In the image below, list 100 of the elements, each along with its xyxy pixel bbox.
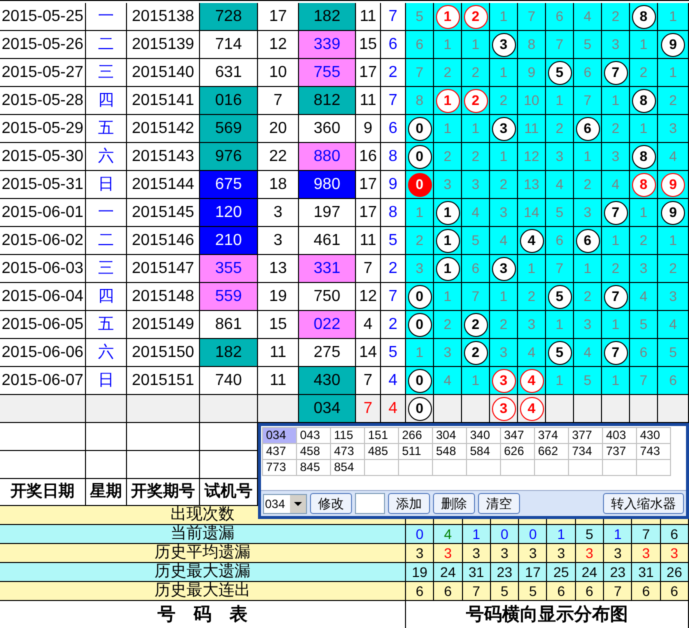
weekday-cell: 一 [86,3,127,31]
date-cell: 2015-06-07 [0,367,86,395]
number-option[interactable]: 043 [297,428,331,444]
draw-number-cell: 750 [299,283,356,311]
draw-number-cell: 275 [299,339,356,367]
miss-count-cell: 4 [434,367,462,395]
toolbar-button[interactable]: 添加 [388,493,430,514]
issue-cell: 2015145 [127,199,200,227]
weekday-cell: 日 [86,171,127,199]
miss-count-cell: 4 [574,3,602,31]
miss-count-cell: 2 [462,143,490,171]
miss-count-cell: 4 [658,311,689,339]
number-option[interactable]: 854 [331,460,365,476]
draw-number-cell: 022 [299,311,356,339]
miss-count-cell: 1 [546,367,574,395]
weekday-cell: 五 [86,311,127,339]
table-cell: 4 [356,311,381,339]
miss-count-cell: 4 [462,199,490,227]
miss-count-cell: 1 [490,59,518,87]
empty-cell [637,460,671,476]
miss-count-cell: 1 [574,255,602,283]
number-option[interactable]: 374 [535,428,569,444]
table-cell: 13 [258,255,299,283]
number-option[interactable]: 377 [569,428,603,444]
miss-count-cell: 4 [574,339,602,367]
miss-count-cell: 3 [602,31,630,59]
miss-count-cell: 2 [490,87,518,115]
number-option[interactable]: 115 [331,428,365,444]
draw-number-cell: 812 [299,87,356,115]
miss-count-cell: 6 [546,227,574,255]
issue-cell: 2015149 [127,311,200,339]
table-cell: 6 [381,31,406,59]
weekday-cell: 二 [86,227,127,255]
number-option[interactable]: 743 [637,444,671,460]
draw-number-cell: 197 [299,199,356,227]
number-option[interactable]: 403 [603,428,637,444]
date-cell: 2015-06-03 [0,255,86,283]
toolbar-button[interactable]: 修改 [310,493,352,514]
stat-label: 历史最大连出 [0,582,406,601]
empty-cell [399,460,433,476]
number-option[interactable]: 473 [331,444,365,460]
issue-cell: 2015148 [127,283,200,311]
number-option[interactable]: 304 [433,428,467,444]
miss-count-cell: 4 [630,283,658,311]
issue-cell: 2015144 [127,171,200,199]
draw-number-cell: 034 [299,395,356,423]
number-option[interactable]: 662 [535,444,569,460]
miss-count-cell: 5 [630,311,658,339]
toolbar-button[interactable]: 清空 [478,493,520,514]
number-option[interactable]: 347 [501,428,535,444]
number-option[interactable]: 845 [297,460,331,476]
number-option[interactable]: 437 [263,444,297,460]
miss-count-cell: 1 [546,87,574,115]
miss-count-cell: 1 [490,3,518,31]
number-option[interactable]: 773 [263,460,297,476]
number-input[interactable] [355,493,385,514]
test-number-cell: 569 [200,115,258,143]
table-cell: 17 [258,3,299,31]
number-option[interactable]: 626 [501,444,535,460]
miss-count-cell: 1 [630,31,658,59]
date-cell: 2015-06-06 [0,339,86,367]
table-cell: 6 [381,115,406,143]
issue-cell: 2015147 [127,255,200,283]
table-cell: 16 [356,143,381,171]
number-option[interactable]: 151 [365,428,399,444]
miss-count-cell: 7 [546,31,574,59]
miss-count-cell: 5 [546,199,574,227]
miss-count-cell: 8 [518,31,546,59]
number-option[interactable]: 430 [637,428,671,444]
number-option[interactable]: 034 [263,428,297,444]
number-option[interactable]: 584 [467,444,501,460]
table-cell: 12 [258,31,299,59]
miss-count-cell: 12 [518,143,546,171]
miss-count-cell: 2 [518,283,546,311]
draw-number-cell: 182 [299,3,356,31]
miss-count-cell: 1 [574,143,602,171]
number-option[interactable]: 511 [399,444,433,460]
miss-count-cell: 9 [518,59,546,87]
number-option[interactable]: 266 [399,428,433,444]
number-option[interactable]: 737 [603,444,637,460]
miss-count-cell: 6 [546,3,574,31]
miss-count-cell: 2 [658,255,689,283]
issue-cell: 2015138 [127,3,200,31]
miss-count-cell: 1 [406,339,434,367]
miss-count-cell: 1 [462,367,490,395]
toolbar-button[interactable]: 转入缩水器 [603,493,684,514]
test-number-cell: 631 [200,59,258,87]
number-option[interactable]: 485 [365,444,399,460]
miss-count-cell: 1 [602,367,630,395]
issue-cell: 2015150 [127,339,200,367]
number-option[interactable]: 548 [433,444,467,460]
miss-count-cell: 14 [518,199,546,227]
number-option[interactable]: 340 [467,428,501,444]
miss-count-cell: 1 [630,199,658,227]
empty-cell [467,460,501,476]
toolbar-button[interactable]: 删除 [433,493,475,514]
number-option[interactable]: 734 [569,444,603,460]
number-option[interactable]: 458 [297,444,331,460]
draw-number-cell: 339 [299,31,356,59]
number-select[interactable]: 034 [263,494,307,514]
